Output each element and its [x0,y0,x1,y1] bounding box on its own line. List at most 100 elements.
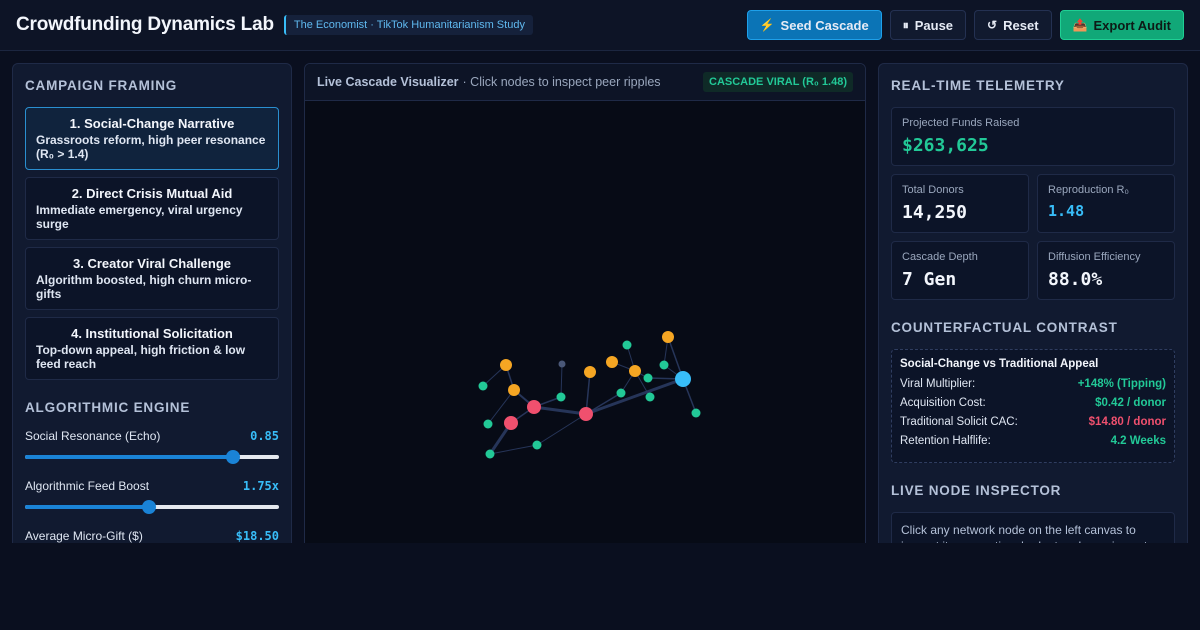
framing-card[interactable]: 2. Direct Crisis Mutual Aid Immediate em… [25,177,279,240]
pause-icon: ⏸ [902,17,909,32]
reset-button[interactable]: ↺ Reset [974,10,1052,40]
funds-label: Projected Funds Raised [902,117,1020,129]
pause-label: Pause [914,17,954,33]
contrast-label: Traditional Solicit CAC: [900,416,1018,428]
contrast-rows: Viral Multiplier: +148% (Tipping) Acquisi… [900,378,1166,447]
top-bar: Crowdfunding Dynamics Lab The Economist … [0,0,1200,51]
funds-value: $263,625 [902,135,989,156]
contrast-row: Viral Multiplier: +148% (Tipping) [900,378,1166,390]
export-audit-button[interactable]: 📤 Export Audit [1059,10,1184,40]
contrast-value: $0.42 / donor [1095,397,1166,409]
network-node-gen1[interactable] [584,366,596,378]
visualizer-subtitle: · Click nodes to inspect peer ripples [462,75,661,89]
lightning-icon: ⚡ [759,18,775,32]
network-node-gen1[interactable] [500,359,512,371]
network-edge [560,363,563,398]
inspector-title: LIVE NODE INSPECTOR [891,483,1062,498]
network-node-gen1[interactable] [606,356,618,368]
network-node-dormant[interactable] [558,360,566,368]
network-node-gen2[interactable] [616,388,626,398]
network-node-gen1[interactable] [508,384,520,396]
efficiency-label: Diffusion Efficiency [1048,251,1141,263]
slider-value: 0.85 [250,429,279,443]
framing-card-list: 1. Social-Change Narrative Grassroots re… [25,107,279,380]
slider-track[interactable] [25,449,279,465]
depth-stat: Cascade Depth 7 Gen [891,241,1029,300]
framing-card-desc: Algorithm boosted, high churn micro-gift… [36,273,252,301]
network-node-seed[interactable] [504,416,518,430]
top-actions: ⚡ Seed Cascade ⏸ Pause ↺ Reset 📤 Export … [746,10,1184,40]
framing-card-title: 1. Social-Change Narrative [69,116,235,131]
workspace: CAMPAIGN FRAMING 1. Social-Change Narrat… [0,52,1200,543]
donors-stat: Total Donors 14,250 [891,174,1029,233]
slider-fill [25,455,234,459]
framing-card-desc: Grassroots reform, high peer resonance (… [36,133,266,161]
slider-row: Algorithmic Feed Boost 1.75x [25,479,279,515]
network-node-gen2[interactable] [532,440,542,450]
contrast-box: Social-Change vs Traditional Appeal Vira… [891,349,1175,463]
slider-thumb[interactable] [226,450,241,464]
framing-title: CAMPAIGN FRAMING [25,78,178,93]
framing-card-desc: Immediate emergency, viral urgency surge [36,203,243,231]
network-node-gen2[interactable] [643,373,653,383]
network-node-gen2[interactable] [556,392,566,402]
depth-label: Cascade Depth [902,251,978,263]
network-node-gen1[interactable] [662,331,674,343]
network-edge [536,413,587,446]
visualizer-header: Live Cascade Visualizer · Click nodes to… [305,64,865,101]
network-node-hub[interactable] [675,371,691,387]
framing-card[interactable]: 3. Creator Viral Challenge Algorithm boo… [25,247,279,310]
network-edge [489,444,538,455]
slider-value: 1.75x [242,479,279,493]
contrast-row: Acquisition Cost: $0.42 / donor [900,397,1166,409]
framing-card-desc: Top-down appeal, high friction & low fee… [36,343,246,371]
network-node-seed[interactable] [579,407,593,421]
network-edge [533,405,587,416]
seed-cascade-button[interactable]: ⚡ Seed Cascade [746,10,882,40]
contrast-value: $14.80 / donor [1088,416,1166,428]
network-node-seed[interactable] [527,400,541,414]
framing-card[interactable]: 1. Social-Change Narrative Grassroots re… [25,107,279,170]
network-canvas[interactable] [305,101,865,543]
network-node-gen2[interactable] [478,381,488,391]
network-node-gen2[interactable] [645,392,655,402]
app-title: Crowdfunding Dynamics Lab [16,14,274,35]
contrast-row: Traditional Solicit CAC: $14.80 / donor [900,416,1166,428]
visualizer-title: Live Cascade Visualizer [317,75,459,89]
left-panel: CAMPAIGN FRAMING 1. Social-Change Narrat… [12,63,292,543]
contrast-value: 4.2 Weeks [1110,435,1166,447]
reset-icon: ↺ [987,18,998,32]
contrast-label: Viral Multiplier: [900,378,976,390]
network-node-gen2[interactable] [659,360,669,370]
network-node-gen2[interactable] [691,408,701,418]
network-node-gen2[interactable] [483,419,493,429]
framing-card-title: 4. Institutional Solicitation [71,326,233,341]
slider-list: Social Resonance (Echo) 0.85 Algorithmic… [25,429,279,543]
telemetry-title: REAL-TIME TELEMETRY [891,78,1065,93]
slider-row: Average Micro-Gift ($) $18.50 [25,529,279,543]
slider-label: Average Micro-Gift ($) [25,529,143,543]
framing-card-title: 2. Direct Crisis Mutual Aid [71,186,233,201]
inspector-box: Click any network node on the left canva… [891,512,1175,543]
network-node-gen2[interactable] [485,449,495,459]
study-badge: The Economist · TikTok Humanitarianism S… [283,15,533,35]
network-edge [585,377,684,416]
contrast-value: +148% (Tipping) [1077,378,1166,390]
donors-label: Total Donors [902,184,964,196]
slider-thumb[interactable] [142,500,157,514]
donors-value: 14,250 [902,202,968,223]
network-node-gen2[interactable] [622,340,632,350]
contrast-label: Retention Halflife: [900,435,991,447]
slider-fill [25,505,150,509]
pause-button[interactable]: ⏸ Pause [889,10,967,40]
contrast-row: Retention Halflife: 4.2 Weeks [900,435,1166,447]
depth-value: 7 Gen [902,269,957,290]
seed-cascade-label: Seed Cascade [780,17,869,33]
r0-stat: Reproduction R₀ 1.48 [1037,174,1175,233]
telemetry-grid: Total Donors 14,250 Reproduction R₀ 1.48… [891,174,1175,300]
framing-card[interactable]: 4. Institutional Solicitation Top-down a… [25,317,279,380]
contrast-label: Acquisition Cost: [900,397,986,409]
r0-value: 1.48 [1048,202,1085,220]
network-node-gen1[interactable] [629,365,641,377]
slider-track[interactable] [25,499,279,515]
